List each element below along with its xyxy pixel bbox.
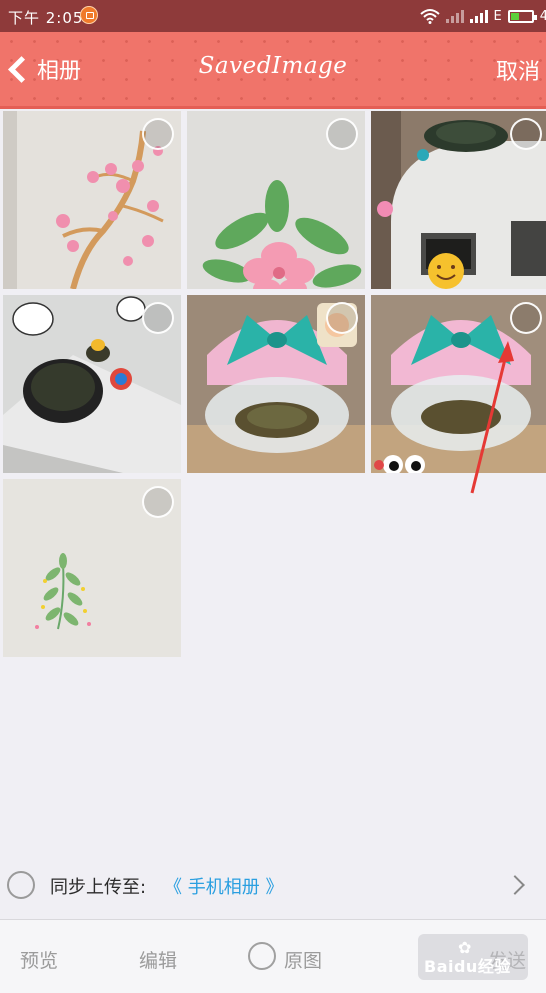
photo-thumbnail[interactable]	[3, 295, 181, 473]
annotation-arrow	[470, 341, 514, 494]
select-circle[interactable]	[326, 302, 358, 334]
battery-icon	[507, 9, 537, 23]
photo-thumbnail[interactable]	[187, 111, 365, 289]
select-circle[interactable]	[142, 302, 174, 334]
header-bar: 相册 SavedImage 取消	[0, 32, 546, 109]
preview-button[interactable]: 预览	[20, 946, 58, 973]
edit-button[interactable]: 编辑	[139, 946, 177, 973]
sync-target-link[interactable]: 《 手机相册 》	[164, 873, 283, 899]
sync-toggle-radio[interactable]	[7, 871, 35, 899]
select-circle[interactable]	[510, 118, 542, 150]
original-image-label: 原图	[284, 950, 323, 972]
chevron-right-icon[interactable]	[505, 875, 525, 895]
signal-icon-2	[469, 9, 488, 23]
baidu-watermark: ✿ Baidu经验	[418, 934, 528, 980]
watermark-text: Baidu经验	[424, 957, 511, 976]
select-circle[interactable]	[142, 118, 174, 150]
photo-thumbnail[interactable]	[3, 111, 181, 289]
network-type: E	[493, 8, 502, 24]
wifi-icon	[419, 9, 440, 24]
notification-icon	[80, 6, 98, 24]
photo-thumbnail[interactable]	[371, 111, 546, 289]
photo-thumbnail[interactable]	[3, 479, 181, 657]
signal-icon-1	[445, 9, 464, 23]
sync-label: 同步上传至:	[50, 877, 147, 898]
status-time: 下午 2:05	[8, 9, 84, 27]
sync-bar: 同步上传至: 《 手机相册 》	[0, 862, 546, 908]
select-circle[interactable]	[326, 118, 358, 150]
photo-thumbnail[interactable]	[187, 295, 365, 473]
cancel-button[interactable]: 取消	[496, 54, 540, 86]
status-icons: E 4	[419, 6, 546, 26]
status-tail: 4	[539, 8, 546, 24]
original-image-radio[interactable]	[248, 942, 276, 970]
page-title: SavedImage	[198, 53, 348, 79]
status-bar: 下午 2:05 E 4	[0, 0, 546, 32]
select-circle[interactable]	[142, 486, 174, 518]
bottom-toolbar: 预览 编辑 原图 发送 ✿ Baidu经验	[0, 919, 546, 993]
